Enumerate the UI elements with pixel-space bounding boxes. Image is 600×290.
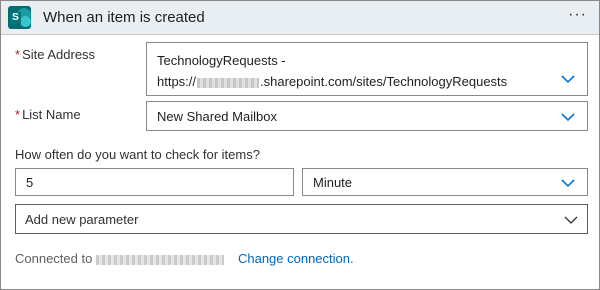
interval-value: 5 <box>26 175 34 190</box>
chevron-down-icon[interactable] <box>564 216 578 224</box>
card-header[interactable]: S When an item is created ··· <box>1 1 599 35</box>
site-address-field[interactable]: TechnologyRequests - https://.sharepoint… <box>146 42 588 96</box>
add-parameter-dropdown[interactable]: Add new parameter <box>15 204 588 234</box>
frequency-question: How often do you want to check for items… <box>15 147 260 162</box>
site-address-name: TechnologyRequests - <box>157 53 286 68</box>
connection-info: Connected to Change connection. <box>15 251 354 266</box>
list-name-label: * List Name <box>15 107 81 122</box>
add-parameter-placeholder: Add new parameter <box>25 212 139 227</box>
more-options-icon[interactable]: ··· <box>568 6 587 24</box>
required-marker: * <box>15 107 21 122</box>
change-connection-link[interactable]: Change connection. <box>238 251 354 266</box>
chevron-down-icon[interactable] <box>561 113 575 121</box>
redacted-tenant <box>197 77 260 88</box>
site-address-label: * Site Address <box>15 47 96 62</box>
chevron-down-icon[interactable] <box>561 179 575 187</box>
sharepoint-icon: S <box>8 6 31 29</box>
connection-prefix: Connected to <box>15 251 93 266</box>
card-title: When an item is created <box>43 9 205 26</box>
list-name-value: New Shared Mailbox <box>157 109 277 124</box>
required-marker: * <box>15 47 21 62</box>
trigger-card: S When an item is created ··· * Site Addr… <box>0 0 600 290</box>
interval-input[interactable]: 5 <box>15 168 294 196</box>
frequency-unit-dropdown[interactable]: Minute <box>302 168 588 196</box>
redacted-account <box>96 254 225 265</box>
site-address-url: https://.sharepoint.com/sites/Technology… <box>157 74 508 89</box>
list-name-dropdown[interactable]: New Shared Mailbox <box>146 101 588 131</box>
frequency-unit-value: Minute <box>313 175 353 190</box>
chevron-down-icon[interactable] <box>561 75 575 83</box>
